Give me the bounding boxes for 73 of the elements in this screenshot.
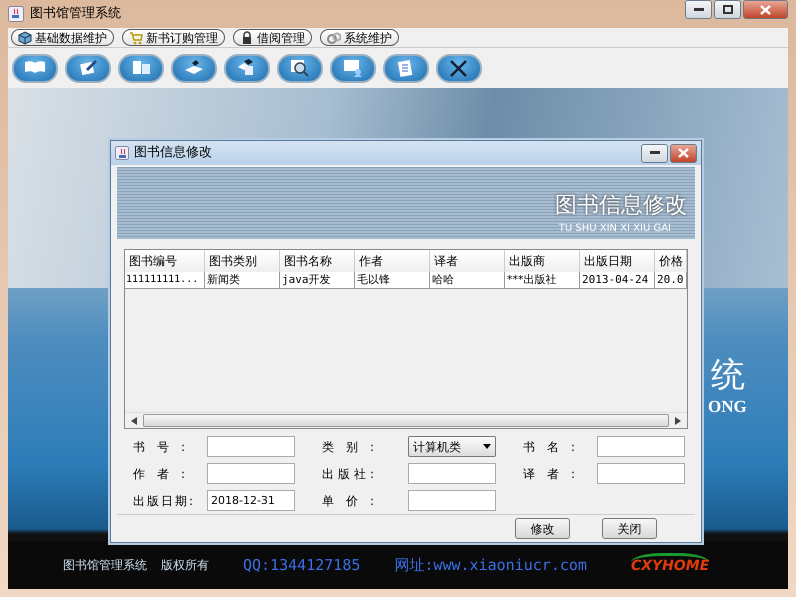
qq-text: QQ:1344127185 [243, 554, 360, 576]
column-header[interactable]: 图书类别 [205, 250, 280, 272]
category-dropdown[interactable]: 计算机类 [408, 436, 496, 457]
toolbar-button[interactable] [436, 54, 482, 82]
app-icon [8, 6, 24, 22]
banner-subtitle: TU SHU XIN XI XIU GAI [558, 222, 671, 236]
minimize-icon [650, 151, 660, 155]
minimize-button[interactable] [685, 0, 712, 19]
close-button[interactable] [670, 144, 697, 162]
minimize-icon [694, 8, 704, 12]
horizontal-scrollbar[interactable] [125, 412, 687, 428]
monitor-icon [341, 57, 365, 79]
input-field[interactable] [408, 463, 496, 484]
caret-icon [483, 444, 491, 449]
field-label: 书名: [523, 438, 575, 456]
column-header[interactable]: 价格 [655, 250, 687, 272]
background-text: ONG [708, 396, 747, 418]
column-header[interactable]: 出版商 [505, 250, 580, 272]
input-field[interactable] [207, 463, 295, 484]
website-text: 网址:www.xiaoniucr.com [394, 554, 587, 576]
close-icon [678, 148, 689, 158]
table-cell[interactable]: ***出版社 [505, 272, 580, 289]
column-header[interactable]: 图书编号 [125, 250, 205, 272]
field-label: 出版社: [322, 466, 374, 482]
window-title: 图书馆管理系统 [30, 5, 121, 24]
dialog-button[interactable]: 修改 [515, 518, 570, 539]
menu-item[interactable]: 系统维护 [320, 29, 399, 46]
dialog-title: 图书信息修改 [134, 144, 212, 162]
field-label: 出版日期: [133, 492, 193, 510]
toolbar-button[interactable] [277, 54, 323, 82]
column-header[interactable]: 图书名称 [280, 250, 355, 272]
footer-text: 图书馆管理系统 [63, 557, 147, 574]
table-cell[interactable]: 新闻类 [205, 272, 280, 289]
lock-icon [240, 30, 254, 44]
field-label: 译者: [523, 466, 575, 482]
input-field[interactable]: 2018-12-31 [207, 490, 295, 511]
scroll-left-icon [131, 416, 137, 424]
menu-item[interactable]: 基础数据维护 [11, 29, 114, 46]
column-header[interactable]: 译者 [430, 250, 505, 272]
table-cell[interactable]: 111111111... [125, 272, 205, 289]
input-field[interactable] [597, 463, 685, 484]
field-label: 单价: [322, 492, 374, 510]
scroll-right-icon [675, 416, 681, 424]
input-field[interactable] [597, 436, 685, 457]
column-header[interactable]: 作者 [355, 250, 430, 272]
table-cell[interactable]: 2013-04-24 [580, 272, 655, 289]
close-icon [760, 4, 771, 14]
input-field[interactable] [207, 436, 295, 457]
minimize-button[interactable] [641, 144, 668, 162]
cart-icon [129, 30, 143, 44]
background-text: 统 [711, 354, 745, 397]
cube-icon [18, 30, 32, 44]
dialog-button[interactable]: 关闭 [602, 518, 657, 539]
logo: CXYHOME [630, 553, 710, 577]
field-label: 作者: [133, 466, 185, 482]
column-header[interactable]: 出版日期 [580, 250, 655, 272]
banner-title: 图书信息修改 [555, 192, 687, 220]
app-icon [115, 146, 129, 160]
gears-icon [327, 30, 341, 44]
table-cell[interactable]: 哈哈 [430, 272, 505, 289]
table-cell[interactable]: 20.0 [655, 272, 687, 289]
menu-item[interactable]: 新书订购管理 [122, 29, 225, 46]
maximize-icon [722, 5, 732, 14]
menu-item[interactable]: 借阅管理 [233, 29, 312, 46]
footer-text: 版权所有 [161, 557, 209, 574]
field-label: 书号: [133, 438, 185, 456]
maximize-button[interactable] [714, 0, 741, 19]
table-cell[interactable]: 毛以锋 [355, 272, 430, 289]
close-button[interactable] [743, 0, 788, 19]
field-label: 类别: [322, 438, 374, 456]
table-cell[interactable]: java开发 [280, 272, 355, 289]
toolbar-button[interactable] [65, 54, 111, 82]
input-field[interactable] [408, 490, 496, 511]
